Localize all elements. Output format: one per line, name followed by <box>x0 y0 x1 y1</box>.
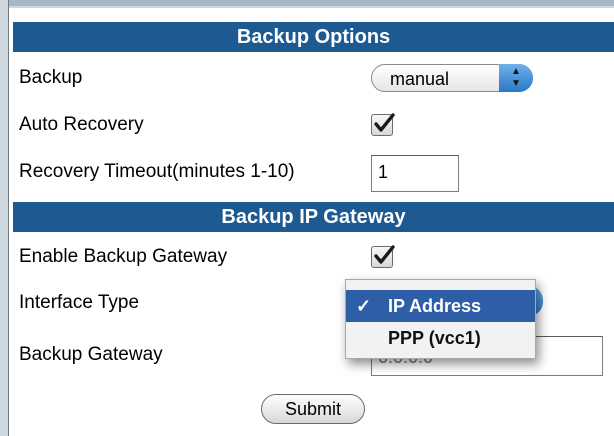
checkmark-icon <box>374 245 395 264</box>
window-frame-top-inner <box>0 6 614 8</box>
enable-backup-gateway-label: Enable Backup Gateway <box>19 246 228 267</box>
window-frame-left-line <box>8 0 9 436</box>
checkmark-icon <box>374 113 395 132</box>
backup-mode-select[interactable]: manual ▲ ▼ <box>371 64 533 92</box>
recovery-timeout-input[interactable]: 1 <box>371 155 459 192</box>
recovery-timeout-label: Recovery Timeout(minutes 1-10) <box>19 161 295 182</box>
menu-item-ip-address[interactable]: ✓ IP Address <box>346 290 535 322</box>
enable-backup-gateway-checkbox[interactable] <box>371 245 395 268</box>
backup-ip-gateway-header: Backup IP Gateway <box>13 202 614 232</box>
submit-button[interactable]: Submit <box>261 394 365 424</box>
window-frame-left <box>0 0 8 436</box>
menu-item-ppp-vcc1[interactable]: PPP (vcc1) <box>346 322 535 354</box>
backup-options-header: Backup Options <box>13 22 614 52</box>
select-arrows-icon[interactable]: ▲ ▼ <box>499 64 533 92</box>
auto-recovery-checkbox[interactable] <box>371 113 395 136</box>
backup-gateway-label: Backup Gateway <box>19 344 163 365</box>
interface-type-label: Interface Type <box>19 292 140 313</box>
menu-item-label: IP Address <box>388 296 482 316</box>
checkmark-icon: ✓ <box>356 296 372 316</box>
backup-label: Backup <box>19 67 83 88</box>
backup-mode-value: manual <box>390 69 450 89</box>
menu-item-label: PPP (vcc1) <box>388 328 481 348</box>
interface-type-dropdown-menu[interactable]: ✓ IP Address PPP (vcc1) <box>345 279 536 359</box>
auto-recovery-label: Auto Recovery <box>19 114 144 135</box>
backup-settings-panel: Backup Options Backup manual ▲ ▼ Auto Rec… <box>13 20 614 436</box>
